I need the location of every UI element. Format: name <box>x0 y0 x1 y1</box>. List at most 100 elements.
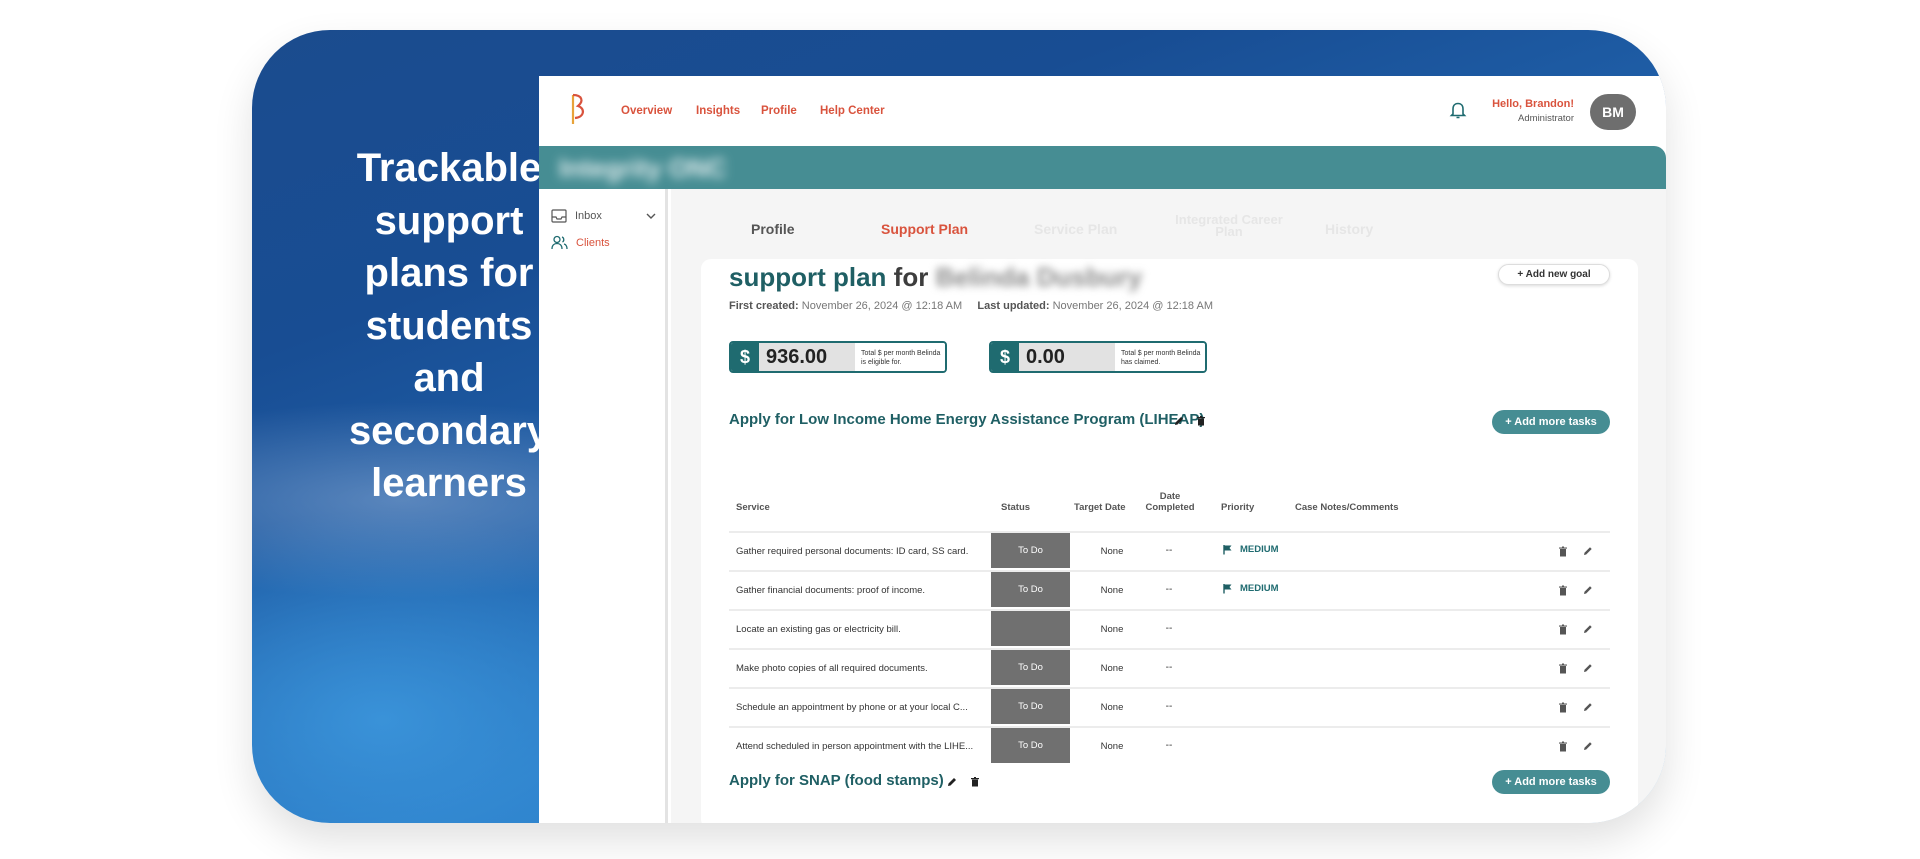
service-cell: Make photo copies of all required docume… <box>736 663 928 674</box>
trash-icon[interactable] <box>1558 663 1568 674</box>
nav-overview[interactable]: Overview <box>621 105 672 117</box>
header-date-completed: Date Completed <box>1145 491 1195 513</box>
date-completed-cell: -- <box>1165 623 1173 634</box>
sidebar-item-label: Clients <box>576 236 610 249</box>
sidebar-item-label: Inbox <box>575 210 602 222</box>
goal-title: Apply for SNAP (food stamps) <box>729 772 944 789</box>
plan-dates: First created: November 26, 2024 @ 12:18… <box>729 300 1213 312</box>
tasks-table: Gather required personal documents: ID c… <box>729 531 1610 765</box>
table-row[interactable]: Schedule an appointment by phone or at y… <box>729 687 1610 726</box>
user-role: Administrator <box>1518 113 1574 124</box>
edit-pencil-icon[interactable] <box>1582 584 1594 596</box>
status-cell[interactable]: To Do <box>991 533 1070 568</box>
date-completed-cell: -- <box>1165 584 1173 595</box>
app-window: Overview Insights Profile Help Center He… <box>539 76 1666 823</box>
tab-service-plan[interactable]: Service Plan <box>1034 221 1117 237</box>
nav-profile[interactable]: Profile <box>761 105 797 117</box>
service-cell: Locate an existing gas or electricity bi… <box>736 624 901 635</box>
flag-icon <box>1223 545 1232 555</box>
trash-icon[interactable] <box>1195 415 1207 427</box>
table-row[interactable]: Make photo copies of all required docume… <box>729 648 1610 687</box>
promo-card: Trackable support plans for students and… <box>252 30 1666 823</box>
goal-title: Apply for Low Income Home Energy Assista… <box>729 411 1205 428</box>
last-updated-value: November 26, 2024 @ 12:18 AM <box>1052 300 1213 312</box>
edit-pencil-icon[interactable] <box>1582 662 1594 674</box>
target-date-cell: None <box>1100 702 1124 713</box>
trash-icon[interactable] <box>969 776 981 788</box>
status-cell[interactable]: To Do <box>991 689 1070 724</box>
nav-help-center[interactable]: Help Center <box>820 105 885 117</box>
target-date-cell: None <box>1100 624 1124 635</box>
tab-profile[interactable]: Profile <box>751 221 795 237</box>
title-for: for <box>893 262 929 292</box>
priority-cell: MEDIUM <box>1222 583 1279 594</box>
edit-pencil-icon[interactable] <box>1582 740 1594 752</box>
service-cell: Gather required personal documents: ID c… <box>736 546 969 557</box>
avatar[interactable]: BM <box>1590 94 1636 130</box>
nav-insights[interactable]: Insights <box>696 105 740 117</box>
table-header: Service Status Target Date Date Complete… <box>729 489 1610 529</box>
edit-pencil-icon[interactable] <box>1173 415 1185 427</box>
tab-support-plan[interactable]: Support Plan <box>881 221 968 237</box>
user-greeting: Hello, Brandon! Administrator <box>1492 98 1574 124</box>
brand-logo[interactable] <box>567 92 589 126</box>
add-more-tasks-button[interactable]: + Add more tasks <box>1492 770 1610 794</box>
claimed-note: Total $ per month Belinda has claimed. <box>1115 343 1205 371</box>
table-row[interactable]: Gather required personal documents: ID c… <box>729 531 1610 570</box>
header-status: Status <box>1001 502 1031 513</box>
status-cell[interactable] <box>991 611 1070 646</box>
sidebar-item-inbox[interactable]: Inbox <box>551 209 656 223</box>
status-cell[interactable]: To Do <box>991 572 1070 607</box>
date-completed-cell: -- <box>1165 662 1173 673</box>
table-row[interactable]: Locate an existing gas or electricity bi… <box>729 609 1610 648</box>
flag-icon <box>1223 584 1232 594</box>
table-row[interactable]: Gather financial documents: proof of inc… <box>729 570 1610 609</box>
header-priority: Priority <box>1221 502 1255 513</box>
edit-pencil-icon[interactable] <box>1582 623 1594 635</box>
eligible-amount: 936.00 <box>759 343 855 371</box>
notification-bell-icon[interactable] <box>1448 100 1468 120</box>
main-content: Profile Support Plan Service Plan Integr… <box>671 189 1666 823</box>
top-navbar: Overview Insights Profile Help Center He… <box>539 76 1666 146</box>
trash-icon[interactable] <box>1558 741 1568 752</box>
trash-icon[interactable] <box>1558 702 1568 713</box>
eligible-note: Total $ per month Belinda is eligible fo… <box>855 343 945 371</box>
header-case-notes: Case Notes/Comments <box>1295 502 1399 513</box>
claimed-amount-box: $ 0.00 Total $ per month Belinda has cla… <box>989 341 1207 373</box>
add-more-tasks-button[interactable]: + Add more tasks <box>1492 410 1610 434</box>
header-service: Service <box>736 502 770 513</box>
dollar-icon: $ <box>731 343 759 371</box>
status-cell[interactable]: To Do <box>991 728 1070 763</box>
service-cell: Gather financial documents: proof of inc… <box>736 585 926 596</box>
table-row[interactable]: Attend scheduled in person appointment w… <box>729 726 1610 765</box>
priority-label: MEDIUM <box>1240 583 1279 594</box>
edit-pencil-icon[interactable] <box>1582 701 1594 713</box>
dollar-icon: $ <box>991 343 1019 371</box>
add-new-goal-button[interactable]: + Add new goal <box>1498 264 1610 285</box>
target-date-cell: None <box>1100 585 1124 596</box>
edit-pencil-icon[interactable] <box>1582 545 1594 557</box>
first-created-label: First created: <box>729 300 799 312</box>
org-banner: Integrity ONC <box>539 146 1666 189</box>
clients-icon <box>551 235 568 250</box>
org-name: Integrity ONC <box>559 153 727 183</box>
date-completed-cell: -- <box>1165 701 1173 712</box>
greeting-text: Hello, Brandon! <box>1492 98 1574 110</box>
sidebar-item-clients[interactable]: Clients <box>551 235 610 250</box>
trash-icon[interactable] <box>1558 585 1568 596</box>
edit-pencil-icon[interactable] <box>946 776 958 788</box>
target-date-cell: None <box>1100 546 1124 557</box>
claimed-amount: 0.00 <box>1019 343 1115 371</box>
service-cell: Schedule an appointment by phone or at y… <box>736 702 968 713</box>
trash-icon[interactable] <box>1558 546 1568 557</box>
tab-history[interactable]: History <box>1325 221 1373 237</box>
chevron-down-icon[interactable] <box>646 212 656 220</box>
header-target-date: Target Date <box>1074 502 1126 513</box>
tab-integrated-career-plan[interactable]: Integrated Career Plan <box>1164 213 1294 238</box>
sidebar: Inbox Clients <box>539 189 668 823</box>
priority-label: MEDIUM <box>1240 544 1279 555</box>
status-cell[interactable]: To Do <box>991 650 1070 685</box>
trash-icon[interactable] <box>1558 624 1568 635</box>
support-plan-panel: support plan for Belinda Dusbury + Add n… <box>701 259 1638 823</box>
target-date-cell: None <box>1100 663 1124 674</box>
